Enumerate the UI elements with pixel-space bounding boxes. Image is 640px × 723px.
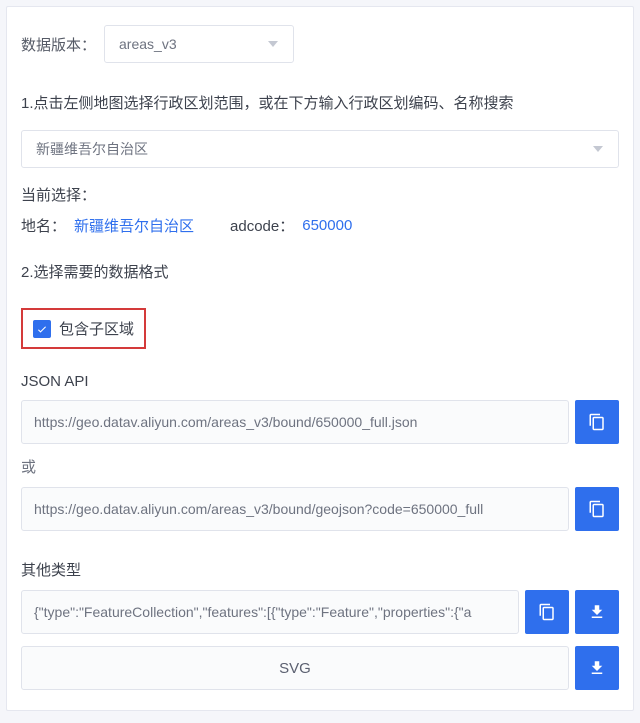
include-sub-label: 包含子区域 bbox=[59, 318, 134, 339]
svg-row: SVG bbox=[21, 646, 619, 690]
download-icon bbox=[588, 659, 606, 677]
name-value: 新疆维吾尔自治区 bbox=[74, 215, 194, 236]
download-button[interactable] bbox=[575, 590, 619, 634]
svg-label: SVG bbox=[279, 660, 311, 677]
step2-text: 2.选择需要的数据格式 bbox=[21, 262, 619, 285]
include-sub-checkbox[interactable] bbox=[33, 320, 51, 338]
json-url2-input[interactable] bbox=[21, 487, 569, 531]
svg-button[interactable]: SVG bbox=[21, 646, 569, 690]
download-button[interactable] bbox=[575, 646, 619, 690]
check-icon bbox=[36, 323, 48, 335]
json-api-label: JSON API bbox=[21, 373, 619, 390]
geojson-body-input[interactable] bbox=[21, 590, 519, 634]
copy-icon bbox=[538, 603, 556, 621]
copy-button[interactable] bbox=[525, 590, 569, 634]
adcode-value: 650000 bbox=[302, 217, 352, 234]
current-selection-label: 当前选择： bbox=[21, 184, 619, 205]
json-url1-input[interactable] bbox=[21, 400, 569, 444]
current-selection-values: 地名： 新疆维吾尔自治区 adcode： 650000 bbox=[21, 215, 619, 236]
json-url1-row bbox=[21, 400, 619, 444]
chevron-down-icon bbox=[592, 143, 604, 155]
version-select-value: areas_v3 bbox=[119, 36, 177, 52]
or-label: 或 bbox=[21, 456, 619, 477]
name-key: 地名： bbox=[21, 215, 66, 236]
json-url2-row bbox=[21, 487, 619, 531]
include-sub-highlight: 包含子区域 bbox=[21, 308, 146, 349]
region-select-value: 新疆维吾尔自治区 bbox=[36, 139, 148, 159]
config-panel: 数据版本： areas_v3 1.点击左侧地图选择行政区划范围，或在下方输入行政… bbox=[6, 6, 634, 711]
download-icon bbox=[588, 603, 606, 621]
copy-button[interactable] bbox=[575, 400, 619, 444]
step1-text: 1.点击左侧地图选择行政区划范围，或在下方输入行政区划编码、名称搜索 bbox=[21, 93, 619, 116]
version-select[interactable]: areas_v3 bbox=[104, 25, 294, 63]
version-row: 数据版本： areas_v3 bbox=[21, 25, 619, 63]
chevron-down-icon bbox=[267, 38, 279, 50]
copy-button[interactable] bbox=[575, 487, 619, 531]
copy-icon bbox=[588, 500, 606, 518]
geojson-body-row bbox=[21, 590, 619, 634]
region-select[interactable]: 新疆维吾尔自治区 bbox=[21, 130, 619, 168]
adcode-key: adcode： bbox=[230, 215, 294, 236]
other-type-label: 其他类型 bbox=[21, 559, 619, 580]
version-label: 数据版本： bbox=[21, 34, 96, 55]
copy-icon bbox=[588, 413, 606, 431]
